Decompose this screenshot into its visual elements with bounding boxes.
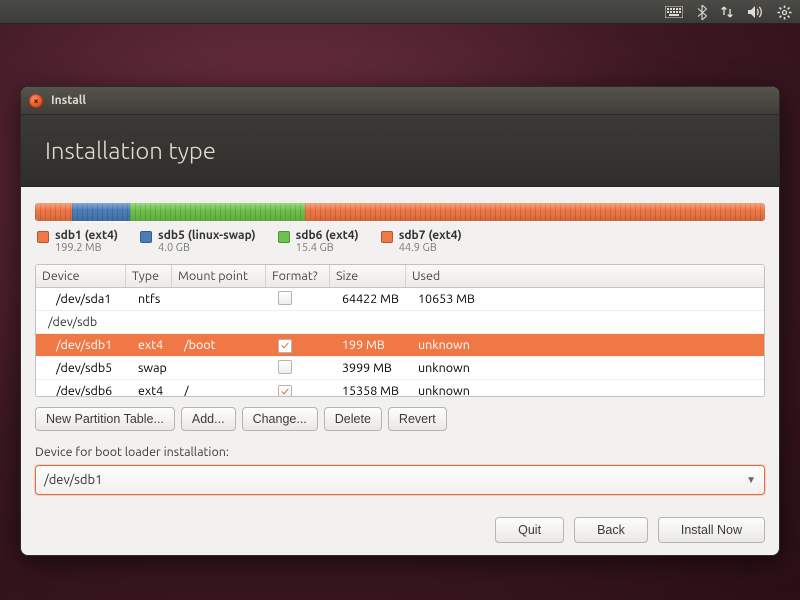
page-title: Installation type — [45, 137, 216, 164]
table-row[interactable]: /dev/sda1ntfs64422 MB10653 MB — [36, 288, 764, 311]
keyboard-icon[interactable] — [665, 6, 683, 18]
legend-label: sdb5 (linux-swap) — [158, 229, 256, 242]
legend-label: sdb6 (ext4) — [296, 229, 359, 242]
close-icon[interactable]: × — [29, 94, 43, 108]
quit-button[interactable]: Quit — [495, 517, 564, 543]
delete-button[interactable]: Delete — [324, 407, 382, 431]
legend-item: sdb6 (ext4)15.4 GB — [278, 229, 359, 254]
bootloader-select[interactable]: /dev/sdb1 ▼ — [35, 465, 765, 495]
top-panel — [0, 0, 800, 24]
footer-buttons: Quit Back Install Now — [495, 517, 765, 543]
column-header[interactable]: Type — [126, 265, 172, 287]
gear-icon[interactable] — [777, 5, 792, 20]
legend-item: sdb5 (linux-swap)4.0 GB — [140, 229, 256, 254]
back-button[interactable]: Back — [574, 517, 648, 543]
format-checkbox[interactable]: ✓ — [278, 385, 292, 397]
legend-sublabel: 4.0 GB — [158, 242, 256, 254]
partition-segment — [35, 203, 72, 221]
format-checkbox[interactable] — [278, 291, 292, 305]
table-row[interactable]: /dev/sdb6ext4/✓15358 MBunknown — [36, 380, 764, 396]
bootloader-label: Device for boot loader installation: — [35, 445, 765, 459]
change-button[interactable]: Change... — [242, 407, 318, 431]
column-header[interactable]: Used — [406, 265, 764, 287]
partition-segment — [130, 203, 305, 221]
legend-label: sdb1 (ext4) — [55, 229, 118, 242]
column-header[interactable]: Size — [330, 265, 406, 287]
format-checkbox[interactable] — [278, 360, 292, 374]
table-row[interactable]: /dev/sdb5swap3999 MBunknown — [36, 357, 764, 380]
legend-label: sdb7 (ext4) — [399, 229, 462, 242]
bluetooth-icon[interactable] — [697, 5, 707, 20]
legend-item: sdb7 (ext4)44.9 GB — [381, 229, 462, 254]
new-partition-table-button[interactable]: New Partition Table... — [35, 407, 175, 431]
legend-sublabel: 44.9 GB — [399, 242, 462, 254]
legend-swatch — [140, 231, 152, 243]
install-now-button[interactable]: Install Now — [658, 517, 765, 543]
partition-segment — [305, 203, 765, 221]
table-row[interactable]: /dev/sdb — [36, 311, 764, 334]
partition-buttons: New Partition Table... Add... Change... … — [35, 407, 765, 431]
table-row[interactable]: /dev/sdb1ext4/boot✓199 MBunknown — [36, 334, 764, 357]
column-header[interactable]: Format? — [266, 265, 330, 287]
partition-usage-bar — [35, 203, 765, 221]
table-header: DeviceTypeMount pointFormat?SizeUsed — [36, 265, 764, 288]
legend-swatch — [37, 231, 49, 243]
chevron-down-icon: ▼ — [746, 474, 756, 486]
header: Installation type — [21, 115, 779, 187]
titlebar[interactable]: × Install — [21, 87, 779, 115]
installer-window: × Install Installation type sdb1 (ext4)1… — [20, 86, 780, 556]
partition-table[interactable]: DeviceTypeMount pointFormat?SizeUsed /de… — [35, 264, 765, 397]
table-body[interactable]: /dev/sda1ntfs64422 MB10653 MB/dev/sdb/de… — [36, 288, 764, 396]
legend-swatch — [278, 231, 290, 243]
legend-sublabel: 199.2 MB — [55, 242, 118, 254]
window-title: Install — [51, 94, 86, 107]
updown-icon[interactable] — [721, 5, 733, 19]
column-header[interactable]: Device — [36, 265, 126, 287]
bootloader-value: /dev/sdb1 — [44, 473, 102, 487]
format-checkbox[interactable]: ✓ — [278, 339, 292, 353]
column-header[interactable]: Mount point — [172, 265, 266, 287]
partition-legend: sdb1 (ext4)199.2 MB sdb5 (linux-swap)4.0 … — [35, 229, 765, 254]
add-button[interactable]: Add... — [181, 407, 236, 431]
legend-swatch — [381, 231, 393, 243]
sound-icon[interactable] — [747, 5, 763, 19]
legend-item: sdb1 (ext4)199.2 MB — [37, 229, 118, 254]
partition-segment — [72, 203, 130, 221]
legend-sublabel: 15.4 GB — [296, 242, 359, 254]
revert-button[interactable]: Revert — [388, 407, 447, 431]
